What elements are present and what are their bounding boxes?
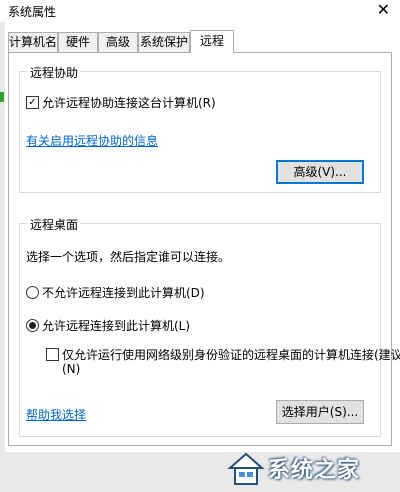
tab-computer-name[interactable]: 计算机名	[8, 32, 58, 52]
nla-checkbox[interactable]	[46, 348, 59, 361]
allow-remote-assistance-checkbox[interactable]: ✓	[26, 96, 39, 109]
radio-selected-dot	[29, 322, 36, 329]
remote-assistance-title: 远程协助	[28, 64, 81, 81]
tab-advanced[interactable]: 高级	[98, 32, 138, 52]
tab-system-protection[interactable]: 系统保护	[138, 32, 190, 52]
house-logo-icon	[227, 452, 265, 485]
deny-remote-radio[interactable]	[26, 286, 39, 299]
nla-label-line1: 仅允许运行使用网络级别身份验证的远程桌面的计算机连接(建议)	[62, 348, 400, 362]
advanced-button[interactable]: 高级(V)...	[276, 160, 364, 184]
watermark-text: 系统之家	[268, 458, 361, 483]
remote-desktop-title: 远程桌面	[28, 216, 81, 233]
select-users-button[interactable]: 选择用户(S)...	[276, 400, 364, 424]
tab-hardware[interactable]: 硬件	[58, 32, 98, 52]
deny-remote-label: 不允许远程连接到此计算机(D)	[42, 286, 205, 300]
help-me-choose-link[interactable]: 帮助我选择	[26, 406, 86, 423]
remote-assistance-group: 远程协助 ✓ 允许远程协助连接这台计算机(R) 有关启用远程协助的信息 高级(V…	[19, 64, 381, 193]
background-accent	[0, 92, 4, 102]
window-title: 系统属性	[8, 5, 57, 19]
allow-remote-radio[interactable]	[26, 319, 39, 332]
remote-desktop-group: 远程桌面 选择一个选项，然后指定谁可以连接。 不允许远程连接到此计算机(D) 允…	[19, 216, 400, 437]
remote-desktop-instruction: 选择一个选项，然后指定谁可以连接。	[26, 250, 231, 264]
nla-label-line2: (N)	[62, 362, 81, 376]
title-bar: 系统属性 ✕	[0, 0, 400, 22]
tab-remote[interactable]: 远程	[190, 30, 234, 53]
allow-remote-label: 允许远程连接到此计算机(L)	[42, 319, 191, 333]
tab-panel-remote: 远程协助 ✓ 允许远程协助连接这台计算机(R) 有关启用远程协助的信息 高级(V…	[8, 52, 400, 446]
watermark: 系统之家	[226, 448, 394, 488]
allow-remote-assistance-label: 允许远程协助连接这台计算机(R)	[42, 96, 216, 110]
remote-assistance-info-link[interactable]: 有关启用远程协助的信息	[26, 132, 158, 149]
close-icon[interactable]: ✕	[377, 0, 390, 20]
